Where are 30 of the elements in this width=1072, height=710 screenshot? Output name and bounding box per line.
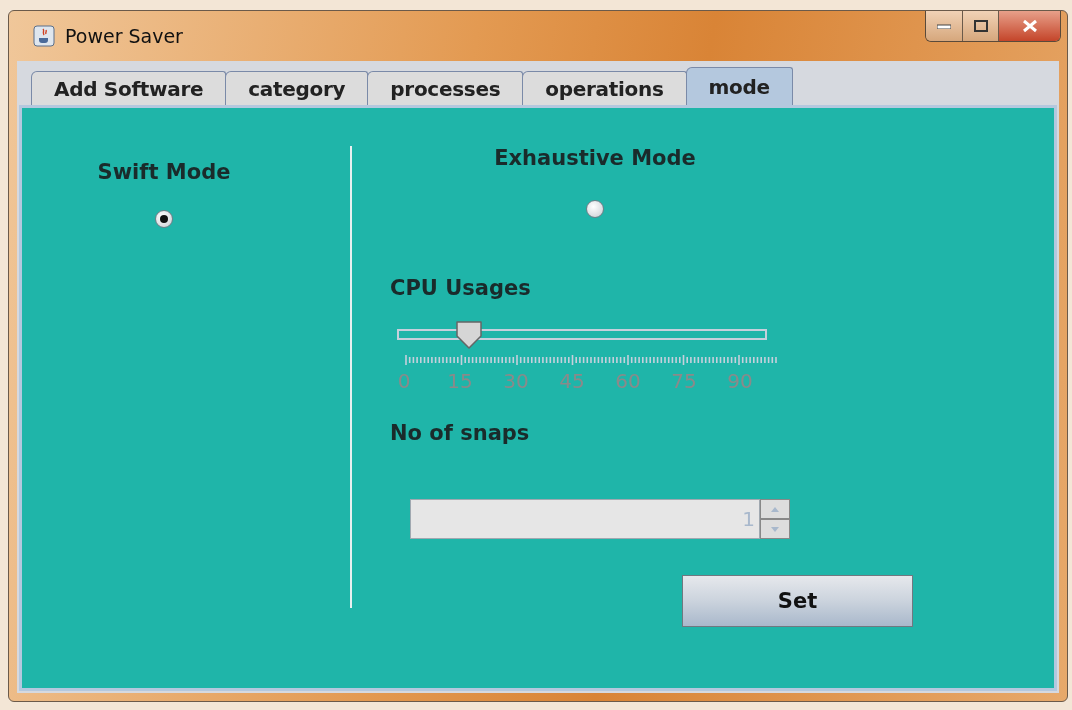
tick-label: 30 xyxy=(502,369,530,393)
tick-label: 45 xyxy=(558,369,586,393)
radio-label: Exhaustive Mode xyxy=(494,146,696,170)
cup-icon xyxy=(33,25,55,47)
tick-label: 75 xyxy=(670,369,698,393)
up-arrow-icon xyxy=(771,506,779,512)
slider-label: CPU Usages xyxy=(390,276,532,300)
tab[interactable]: category xyxy=(225,71,369,105)
minimize-icon xyxy=(937,23,951,29)
tab[interactable]: Add Software xyxy=(31,71,227,105)
maximize-icon xyxy=(973,20,988,32)
down-arrow-icon xyxy=(771,526,779,532)
tick-label: 0 xyxy=(396,369,412,393)
window-title: Power Saver xyxy=(65,25,184,47)
radio-button[interactable] xyxy=(586,200,604,218)
close-icon xyxy=(1020,19,1039,33)
tab[interactable]: operations xyxy=(522,71,687,105)
close-button[interactable] xyxy=(998,11,1060,41)
spinner-label: No of snaps xyxy=(390,421,531,445)
set-button[interactable]: Set xyxy=(682,575,913,627)
tab[interactable]: processes xyxy=(367,71,524,105)
radio-label: Swift Mode xyxy=(97,160,231,184)
maximize-button[interactable] xyxy=(962,11,998,41)
spin-down-button[interactable] xyxy=(760,519,790,539)
tab[interactable]: mode xyxy=(685,67,793,105)
tick-label: 15 xyxy=(446,369,474,393)
tick-label: 60 xyxy=(614,369,642,393)
tick-label: 90 xyxy=(726,369,754,393)
spin-up-button[interactable] xyxy=(760,499,790,519)
radio-button[interactable] xyxy=(155,210,173,228)
